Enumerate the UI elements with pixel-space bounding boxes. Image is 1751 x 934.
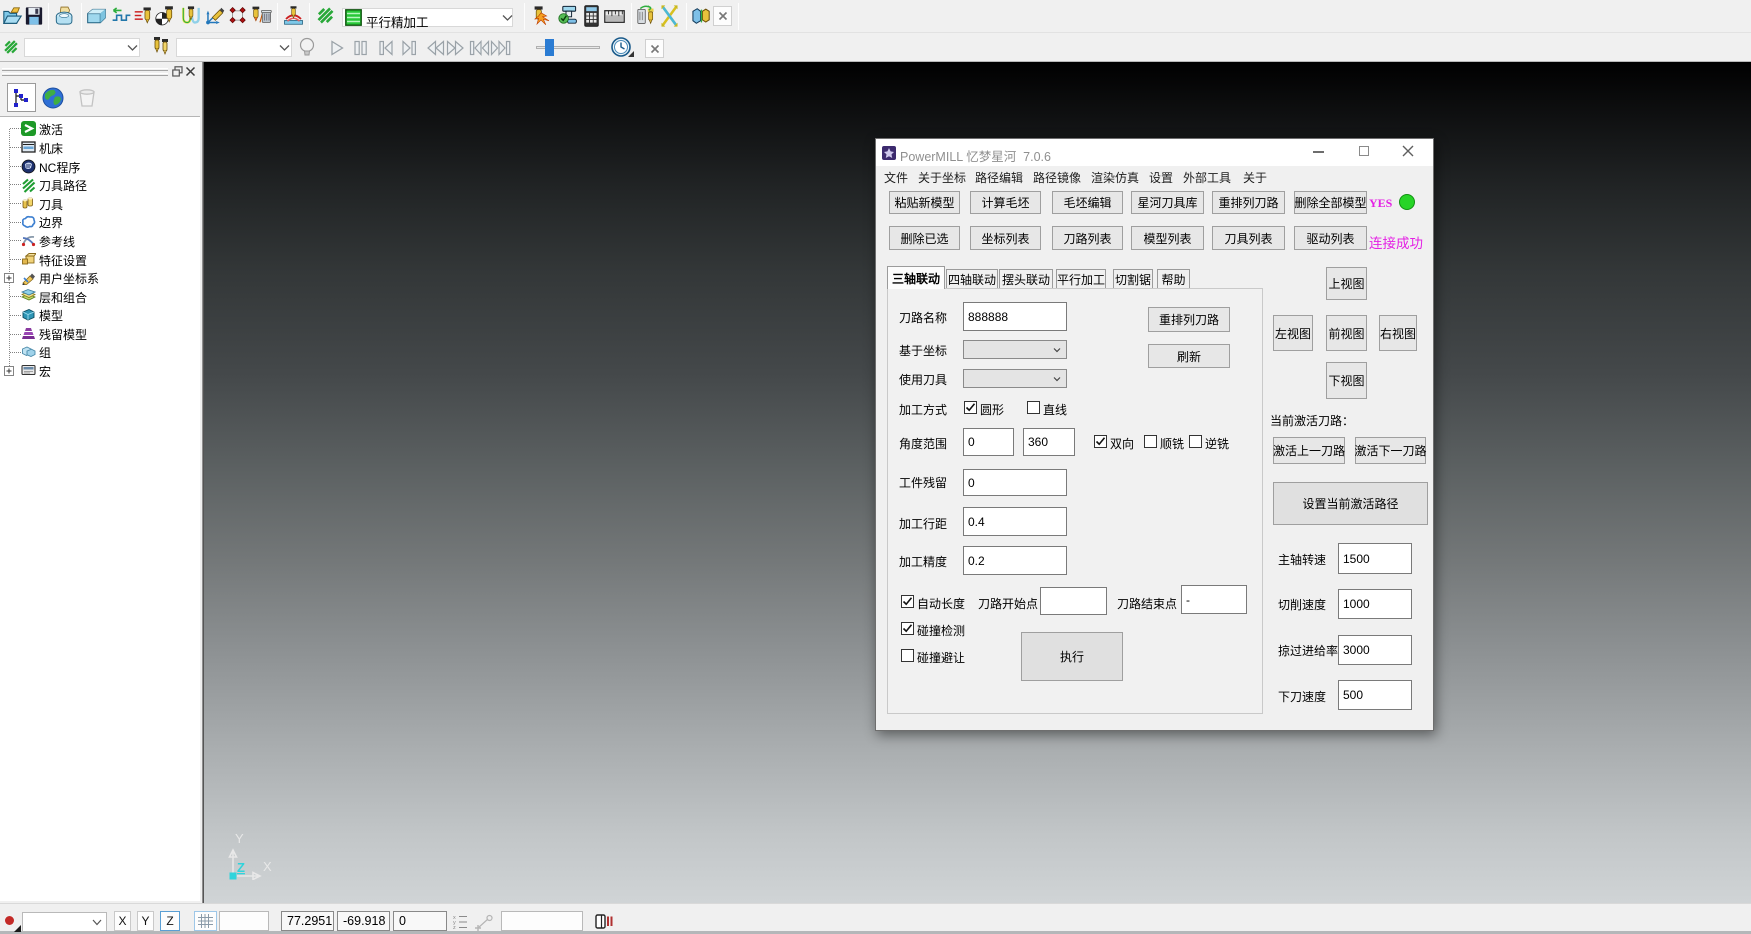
svg-text:X: X — [263, 859, 272, 874]
svg-text:Z: Z — [237, 860, 245, 875]
svg-text:z: z — [453, 925, 456, 930]
svg-text:Y: Y — [235, 831, 244, 846]
